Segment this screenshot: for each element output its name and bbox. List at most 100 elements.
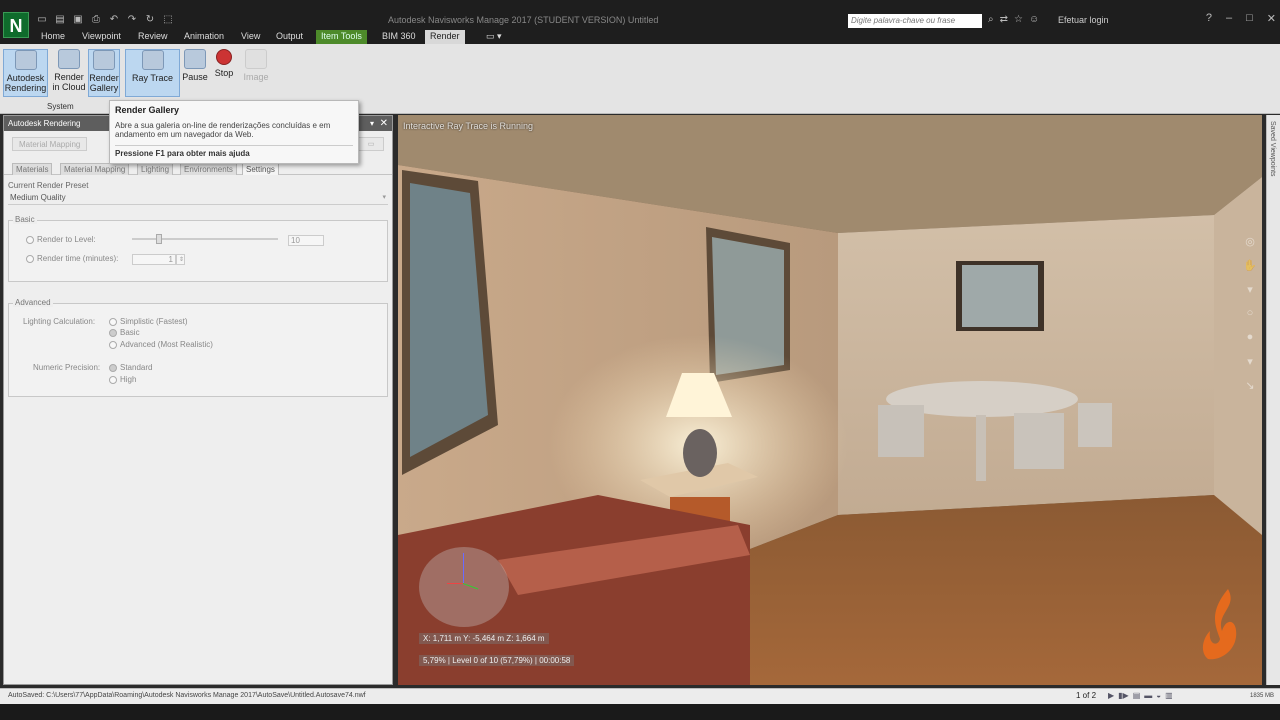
- star-icon[interactable]: ☆: [1014, 14, 1023, 25]
- focus-icon[interactable]: ↘: [1240, 379, 1260, 403]
- tab-lighting[interactable]: Lighting: [137, 163, 174, 175]
- image-button[interactable]: Image: [242, 49, 270, 97]
- render-time-option[interactable]: Render time (minutes):: [26, 254, 118, 263]
- panel-toolbar-right-button[interactable]: ▭: [358, 137, 384, 151]
- lighting-advanced-radio[interactable]: [109, 340, 117, 349]
- pause-icon: [184, 49, 206, 69]
- print-icon[interactable]: ⎙: [90, 14, 102, 26]
- steering-wheel-icon[interactable]: ◎: [1240, 235, 1260, 259]
- render-to-level-option[interactable]: Render to Level:: [26, 235, 96, 244]
- look-icon[interactable]: ●: [1240, 331, 1260, 355]
- lighting-option-basic[interactable]: Basic: [109, 328, 140, 337]
- render-time-spinner[interactable]: ⇕: [176, 254, 185, 265]
- basic-group-label: Basic: [13, 215, 37, 224]
- dining-chair: [1014, 413, 1064, 469]
- render-preset-value: Medium Quality: [10, 193, 66, 202]
- chevron-down-icon: ▾: [382, 194, 386, 201]
- precision-high-radio[interactable]: [109, 375, 117, 384]
- window-title: Autodesk Navisworks Manage 2017 (STUDENT…: [388, 15, 659, 25]
- dining-chair: [1078, 403, 1112, 447]
- view-cube-gizmo[interactable]: [419, 547, 509, 627]
- close-icon[interactable]: ✕: [1267, 12, 1276, 25]
- z-axis: [463, 553, 464, 583]
- select-icon[interactable]: ⬚: [162, 14, 174, 26]
- binoculars-icon[interactable]: ⌕: [988, 14, 994, 25]
- lighting-option-simplistic[interactable]: Simplistic (Fastest): [109, 317, 188, 326]
- login-link[interactable]: Efetuar login: [1058, 15, 1109, 25]
- panel-subtabs: Materials Material Mapping Lighting Envi…: [4, 163, 392, 175]
- minimize-icon[interactable]: –: [1226, 12, 1232, 25]
- search-input[interactable]: Digite palavra-chave ou frase: [848, 14, 982, 28]
- first-sheet-icon[interactable]: ▶: [1108, 691, 1114, 700]
- redo-icon[interactable]: ↷: [126, 14, 138, 26]
- precision-option-high[interactable]: High: [109, 375, 136, 384]
- slider-knob[interactable]: [156, 234, 162, 244]
- coordinates-readout: X: 1,711 m Y: -5,464 m Z: 1,664 m: [419, 633, 549, 644]
- tab-viewpoint[interactable]: Viewpoint: [77, 30, 126, 44]
- open-icon[interactable]: ▤: [54, 14, 66, 26]
- pause-button[interactable]: Pause: [182, 49, 208, 97]
- render-to-level-radio[interactable]: [26, 235, 34, 244]
- tab-item-tools[interactable]: Item Tools: [316, 30, 367, 44]
- tab-environments[interactable]: Environments: [180, 163, 237, 175]
- tab-material-mapping[interactable]: Material Mapping: [60, 163, 130, 175]
- bottom-edge: [0, 704, 1280, 720]
- render-level-field[interactable]: 10: [288, 235, 324, 246]
- tab-bim360[interactable]: BIM 360: [377, 30, 421, 44]
- ray-trace-icon: [141, 50, 164, 70]
- application-button[interactable]: N: [3, 12, 29, 38]
- tab-view[interactable]: View: [236, 30, 265, 44]
- tab-settings[interactable]: Settings: [242, 163, 279, 175]
- lighting-simplistic-radio[interactable]: [109, 317, 117, 326]
- pan-icon[interactable]: ✋: [1240, 259, 1260, 283]
- tab-output[interactable]: Output: [271, 30, 308, 44]
- ribbon-tabs: Home Viewpoint Review Animation View Out…: [0, 30, 1280, 44]
- dining-chair: [878, 405, 924, 457]
- render-time-radio[interactable]: [26, 254, 34, 263]
- render-time-field[interactable]: 1: [132, 254, 176, 265]
- autodesk-rendering-button[interactable]: Autodesk Rendering: [3, 49, 48, 97]
- ribbon-options-icon[interactable]: ▭ ▾: [481, 30, 507, 44]
- tab-animation[interactable]: Animation: [179, 30, 229, 44]
- exchange-icon[interactable]: ⇄: [1000, 14, 1008, 25]
- render-in-cloud-button[interactable]: Render in Cloud: [51, 49, 87, 97]
- y-axis: [462, 583, 479, 590]
- render-gallery-button[interactable]: Render Gallery: [88, 49, 120, 97]
- material-mapping-button[interactable]: Material Mapping: [12, 137, 88, 151]
- undo-icon[interactable]: ↶: [108, 14, 120, 26]
- lighting-basic-radio[interactable]: [109, 328, 117, 337]
- ribbon-group-system: System: [47, 102, 74, 111]
- pin-icon[interactable]: ▾: [370, 116, 374, 131]
- precision-option-standard[interactable]: Standard: [109, 363, 152, 372]
- maximize-icon[interactable]: □: [1246, 12, 1253, 25]
- tab-review[interactable]: Review: [133, 30, 173, 44]
- saved-viewpoints-tab[interactable]: Saved Viewpoints: [1266, 115, 1280, 685]
- orbit-icon[interactable]: ○: [1240, 307, 1260, 331]
- lighting-calculation-label: Lighting Calculation:: [23, 317, 96, 326]
- render-preset-select[interactable]: Medium Quality ▾: [8, 193, 388, 205]
- refresh-icon[interactable]: ↻: [144, 14, 156, 26]
- next-sheet-icon[interactable]: ▮▶: [1118, 691, 1129, 700]
- lighting-option-advanced[interactable]: Advanced (Most Realistic): [109, 340, 213, 349]
- close-panel-icon[interactable]: ✕: [380, 116, 388, 131]
- render-viewport[interactable]: Interactive Ray Trace is Running X: 1,71…: [398, 115, 1262, 685]
- new-icon[interactable]: ▭: [36, 14, 48, 26]
- tab-materials[interactable]: Materials: [12, 163, 53, 175]
- user-icon[interactable]: ☺: [1029, 14, 1039, 25]
- help-icon[interactable]: ?: [1206, 12, 1212, 25]
- tab-render[interactable]: Render: [425, 30, 465, 44]
- sheet-browser-icon[interactable]: ▤: [1133, 691, 1141, 700]
- nav-dropdown-icon[interactable]: ▾: [1240, 283, 1260, 307]
- progress-icon: ▬: [1144, 691, 1153, 700]
- teapot-icon: [14, 50, 37, 70]
- ray-trace-button[interactable]: Ray Trace: [125, 49, 180, 97]
- walk-icon[interactable]: ▾: [1240, 355, 1260, 379]
- save-icon[interactable]: ▣: [72, 14, 84, 26]
- precision-standard-radio[interactable]: [109, 363, 117, 372]
- status-icons: ▶ ▮▶ ▤ ▬ ◒ ▥: [1108, 691, 1173, 700]
- tab-home[interactable]: Home: [36, 30, 70, 44]
- stop-button[interactable]: Stop: [211, 49, 237, 97]
- render-level-slider[interactable]: [132, 234, 278, 244]
- basic-group: Basic: [8, 215, 388, 282]
- image-icon: [245, 49, 267, 69]
